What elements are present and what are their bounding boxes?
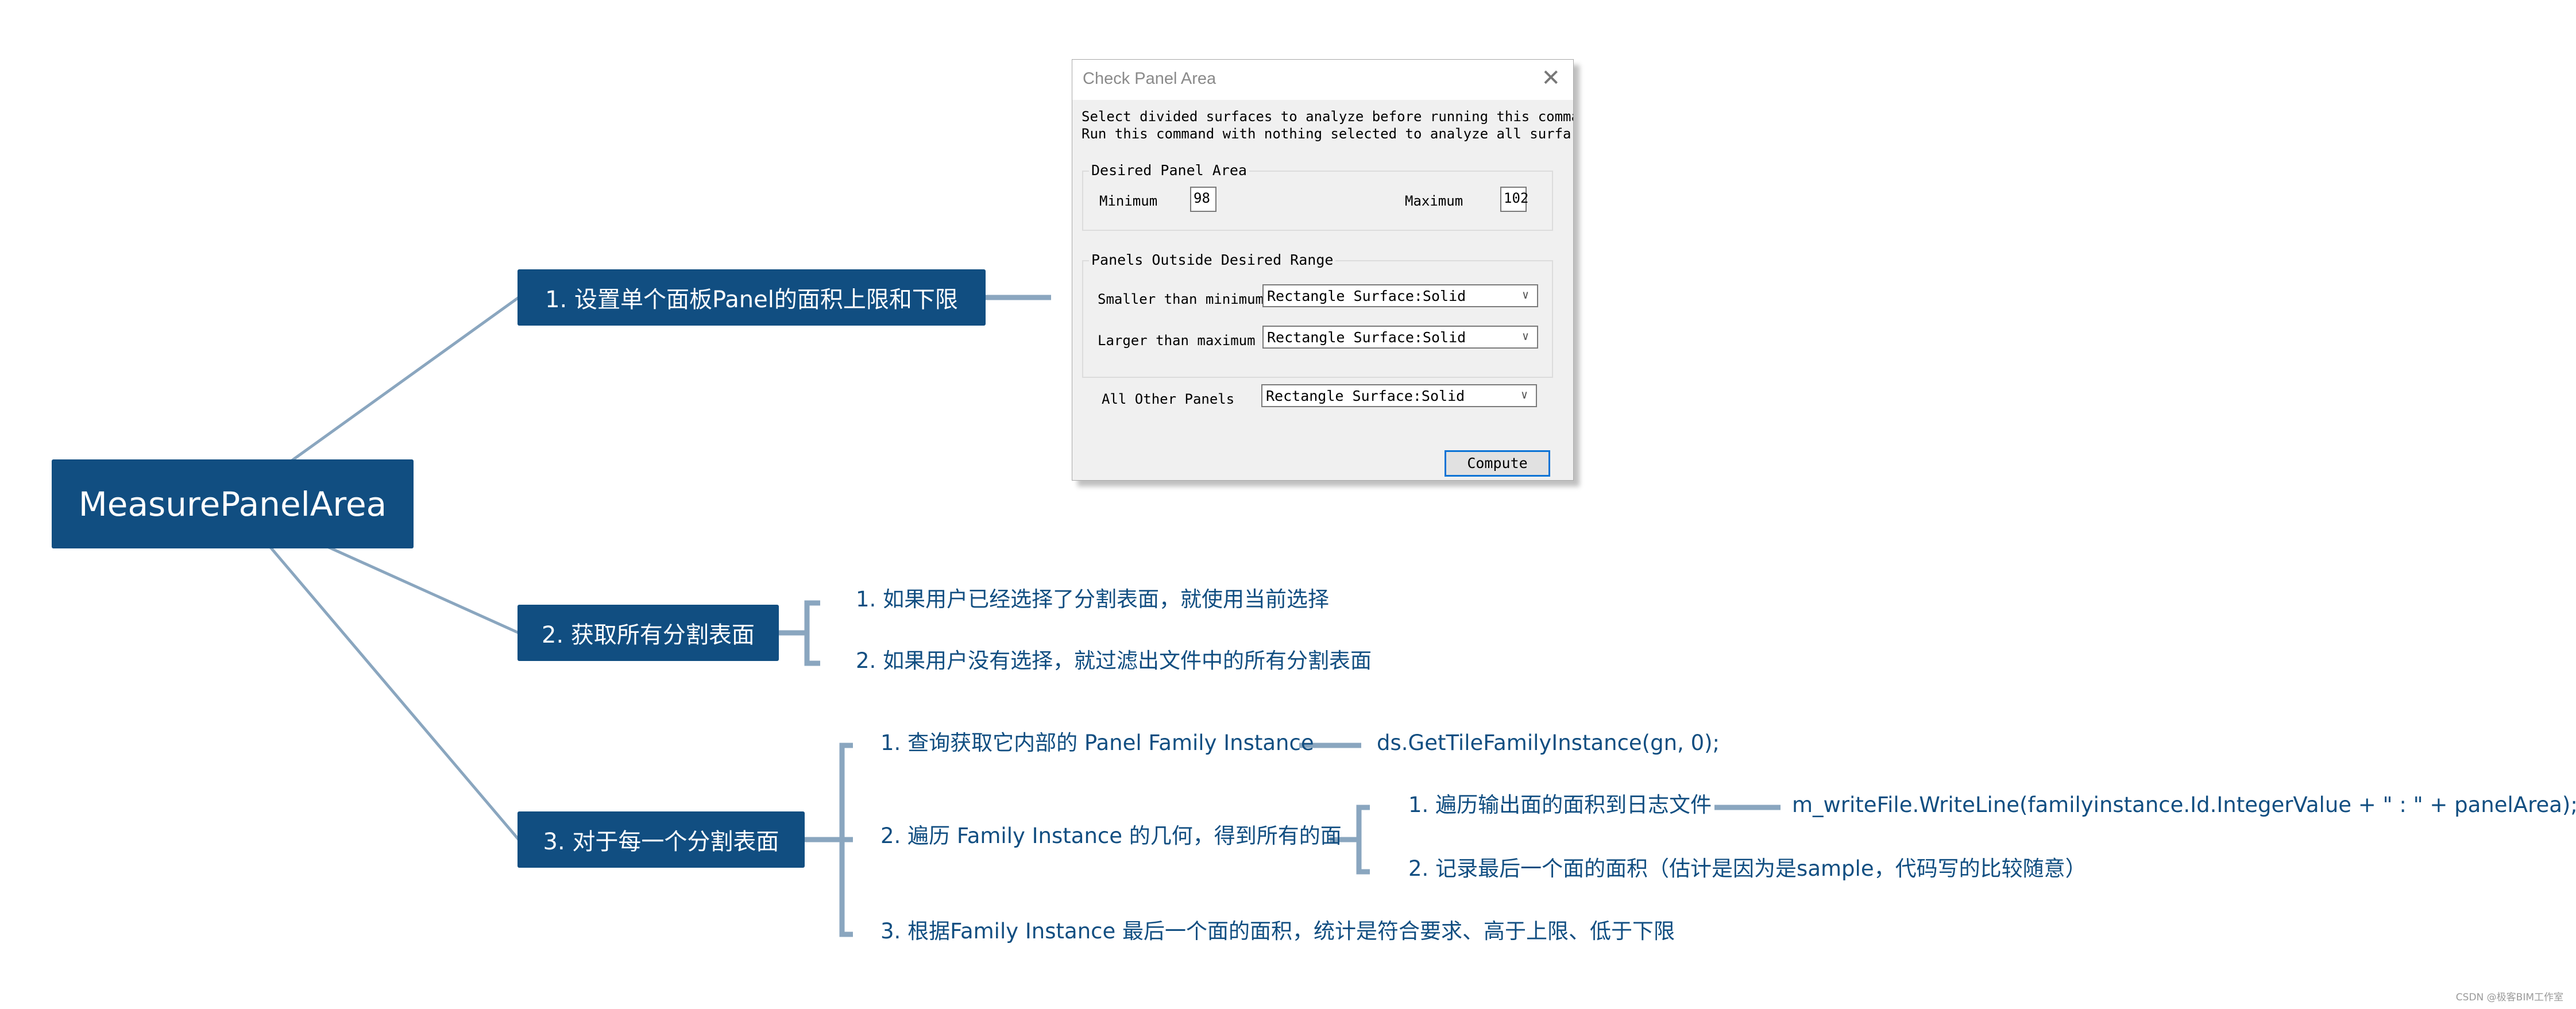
leaf-3-2-2[interactable]: 2. 记录最后一个面的面积（估计是因为是sample，代码写的比较随意） — [1408, 858, 2087, 879]
bracket-branch3 — [805, 743, 853, 937]
chevron-down-icon: ∨ — [1521, 288, 1529, 301]
watermark: CSDN @极客BIM工作室 — [2455, 992, 2563, 1003]
smaller-combo[interactable]: Rectangle Surface:Solid ∨ — [1262, 284, 1538, 307]
chevron-down-icon: ∨ — [1520, 388, 1528, 401]
dialog-titlebar: Check Panel Area ✕ — [1072, 60, 1573, 100]
leaf-3-3[interactable]: 3. 根据Family Instance 最后一个面的面积，统计是符合要求、高于… — [880, 921, 1675, 942]
leaf-3-2-1[interactable]: 1. 遍历输出面的面积到日志文件 — [1408, 794, 1712, 815]
leaf-3-1-detail[interactable]: ds.GetTileFamilyInstance(gn, 0); — [1377, 732, 1720, 753]
connector-root-branch2 — [326, 545, 520, 635]
all-other-panels-combo[interactable]: Rectangle Surface:Solid ∨ — [1261, 384, 1537, 407]
root-node[interactable]: MeasurePanelArea — [52, 459, 414, 548]
maximum-label: Maximum — [1405, 193, 1463, 209]
close-icon[interactable]: ✕ — [1541, 67, 1561, 90]
branch-node-1[interactable]: 1. 设置单个面板Panel的面积上限和下限 — [517, 269, 986, 326]
connector-root-branch1 — [291, 296, 520, 462]
chevron-down-icon: ∨ — [1521, 329, 1529, 343]
description-line-2: Run this command with nothing selected t… — [1082, 126, 1571, 142]
all-other-panels-label: All Other Panels — [1102, 391, 1235, 407]
minimum-label: Minimum — [1099, 193, 1158, 209]
check-panel-area-dialog: Check Panel Area ✕ Select divided surfac… — [1072, 59, 1574, 481]
smaller-label: Smaller than minimum — [1098, 291, 1264, 307]
branch-node-1-label: 1. 设置单个面板Panel的面积上限和下限 — [545, 287, 958, 313]
leaf-3-1[interactable]: 1. 查询获取它内部的 Panel Family Instance — [880, 732, 1314, 753]
branch-node-3-label: 3. 对于每一个分割表面 — [543, 829, 779, 855]
outside-range-title: Panels Outside Desired Range — [1089, 252, 1336, 268]
branch-node-2[interactable]: 2. 获取所有分割表面 — [517, 605, 779, 661]
larger-combo-value: Rectangle Surface:Solid — [1267, 329, 1466, 346]
description-line-1: Select divided surfaces to analyze befor… — [1082, 109, 1574, 125]
branch-node-2-label: 2. 获取所有分割表面 — [542, 622, 755, 648]
leaf-2-2[interactable]: 2. 如果用户没有选择，就过滤出文件中的所有分割表面 — [856, 650, 1372, 671]
minimum-input[interactable]: 98 — [1190, 187, 1216, 212]
connector-root-branch3 — [269, 546, 520, 841]
dialog-title: Check Panel Area — [1083, 69, 1216, 88]
larger-combo[interactable]: Rectangle Surface:Solid ∨ — [1262, 326, 1538, 349]
leaf-3-2-1-detail[interactable]: m_writeFile.WriteLine(familyinstance.Id.… — [1792, 794, 2576, 815]
root-node-label: MeasurePanelArea — [78, 484, 387, 524]
branch-node-3[interactable]: 3. 对于每一个分割表面 — [517, 811, 805, 868]
larger-label: Larger than maximum — [1098, 333, 1256, 349]
dialog-description: Select divided surfaces to analyze befor… — [1082, 108, 1574, 142]
leaf-2-1[interactable]: 1. 如果用户已经选择了分割表面，就使用当前选择 — [856, 589, 1329, 610]
compute-button[interactable]: Compute — [1445, 450, 1550, 477]
maximum-input[interactable]: 102 — [1500, 187, 1528, 212]
desired-panel-area-group: Desired Panel Area Minimum 98 Maximum 10… — [1082, 162, 1553, 231]
outside-range-group: Panels Outside Desired Range Smaller tha… — [1082, 252, 1553, 378]
desired-panel-area-title: Desired Panel Area — [1089, 162, 1249, 179]
smaller-combo-value: Rectangle Surface:Solid — [1267, 288, 1466, 304]
all-other-panels-value: Rectangle Surface:Solid — [1266, 388, 1465, 404]
bracket-branch2 — [779, 600, 820, 666]
leaf-3-2[interactable]: 2. 遍历 Family Instance 的几何，得到所有的面 — [880, 825, 1342, 846]
